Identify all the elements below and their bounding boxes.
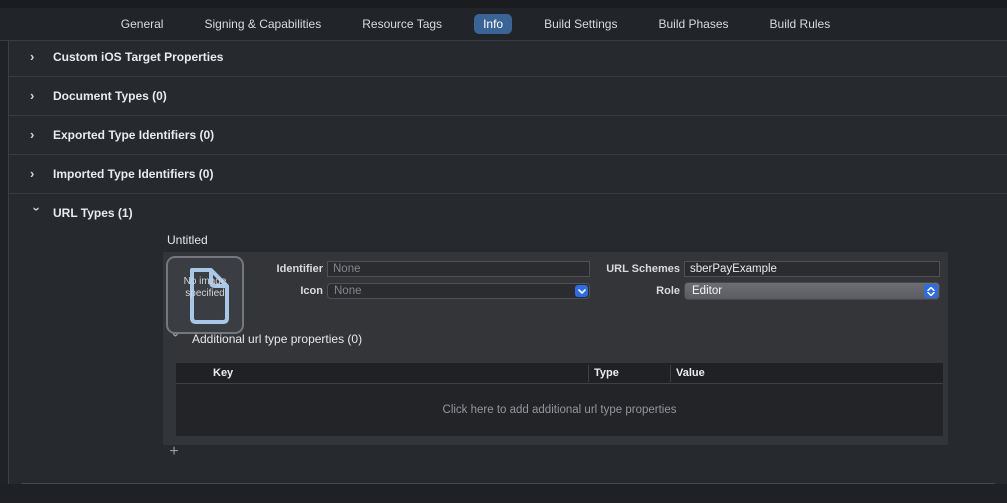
section-label: Document Types (0) bbox=[53, 89, 167, 103]
chevron-right-icon: › bbox=[30, 167, 44, 180]
bottom-bar bbox=[0, 484, 1007, 503]
section-label: Exported Type Identifiers (0) bbox=[53, 128, 214, 142]
chevron-down-icon: › bbox=[30, 207, 43, 221]
tab-resource-tags[interactable]: Resource Tags bbox=[353, 14, 451, 34]
tab-build-phases[interactable]: Build Phases bbox=[649, 14, 737, 34]
section-imported-type-identifiers[interactable]: › Imported Type Identifiers (0) bbox=[9, 154, 1007, 193]
identifier-label: Identifier bbox=[163, 262, 323, 277]
editor-left-gutter bbox=[0, 41, 8, 503]
identifier-input[interactable] bbox=[327, 261, 590, 277]
empty-table-message: Click here to add additional url type pr… bbox=[443, 404, 677, 416]
table-empty-area[interactable]: Click here to add additional url type pr… bbox=[176, 384, 943, 436]
tab-general[interactable]: General bbox=[112, 14, 173, 34]
chevron-down-icon: › bbox=[169, 333, 183, 345]
tab-build-rules[interactable]: Build Rules bbox=[761, 14, 840, 34]
tab-signing-capabilities[interactable]: Signing & Capabilities bbox=[195, 14, 330, 34]
additional-url-type-properties-disclosure[interactable]: › Additional url type properties (0) bbox=[170, 332, 362, 346]
table-header-row: Key Type Value bbox=[176, 363, 943, 384]
section-exported-type-identifiers[interactable]: › Exported Type Identifiers (0) bbox=[9, 115, 1007, 154]
no-image-specified-label: No image specified bbox=[168, 276, 242, 300]
url-schemes-input[interactable] bbox=[684, 261, 940, 277]
url-type-item-name: Untitled bbox=[167, 233, 208, 247]
icon-combo-value: None bbox=[334, 285, 362, 297]
column-divider bbox=[588, 365, 589, 382]
section-document-types[interactable]: › Document Types (0) bbox=[9, 76, 1007, 115]
tab-info[interactable]: Info bbox=[474, 14, 512, 34]
additional-properties-label: Additional url type properties (0) bbox=[192, 332, 362, 346]
add-url-type-button[interactable]: + bbox=[166, 443, 182, 461]
chevron-right-icon: › bbox=[30, 50, 44, 63]
column-header-type: Type bbox=[594, 363, 619, 384]
icon-combo-box[interactable]: None bbox=[327, 283, 590, 299]
additional-properties-table: Key Type Value Click here to add additio… bbox=[176, 363, 943, 437]
column-header-value: Value bbox=[676, 363, 705, 384]
role-label: Role bbox=[560, 284, 680, 299]
section-label: URL Types (1) bbox=[53, 206, 133, 220]
url-type-editor-card: No image specified Identifier Icon None … bbox=[163, 252, 948, 445]
section-label: Custom iOS Target Properties bbox=[53, 50, 223, 64]
up-down-chevrons-icon bbox=[924, 284, 938, 298]
section-custom-ios-target-properties[interactable]: › Custom iOS Target Properties bbox=[9, 37, 1007, 76]
window-top-strip bbox=[0, 0, 1007, 8]
chevron-right-icon: › bbox=[30, 128, 44, 141]
section-url-types[interactable]: › URL Types (1) bbox=[9, 193, 1007, 232]
role-popup-button[interactable]: Editor bbox=[684, 282, 940, 300]
chevron-right-icon: › bbox=[30, 89, 44, 102]
role-popup-value: Editor bbox=[692, 285, 722, 297]
column-divider bbox=[670, 365, 671, 382]
column-header-key: Key bbox=[213, 363, 233, 384]
url-schemes-label: URL Schemes bbox=[560, 262, 680, 277]
tab-build-settings[interactable]: Build Settings bbox=[535, 14, 626, 34]
section-label: Imported Type Identifiers (0) bbox=[53, 167, 213, 181]
